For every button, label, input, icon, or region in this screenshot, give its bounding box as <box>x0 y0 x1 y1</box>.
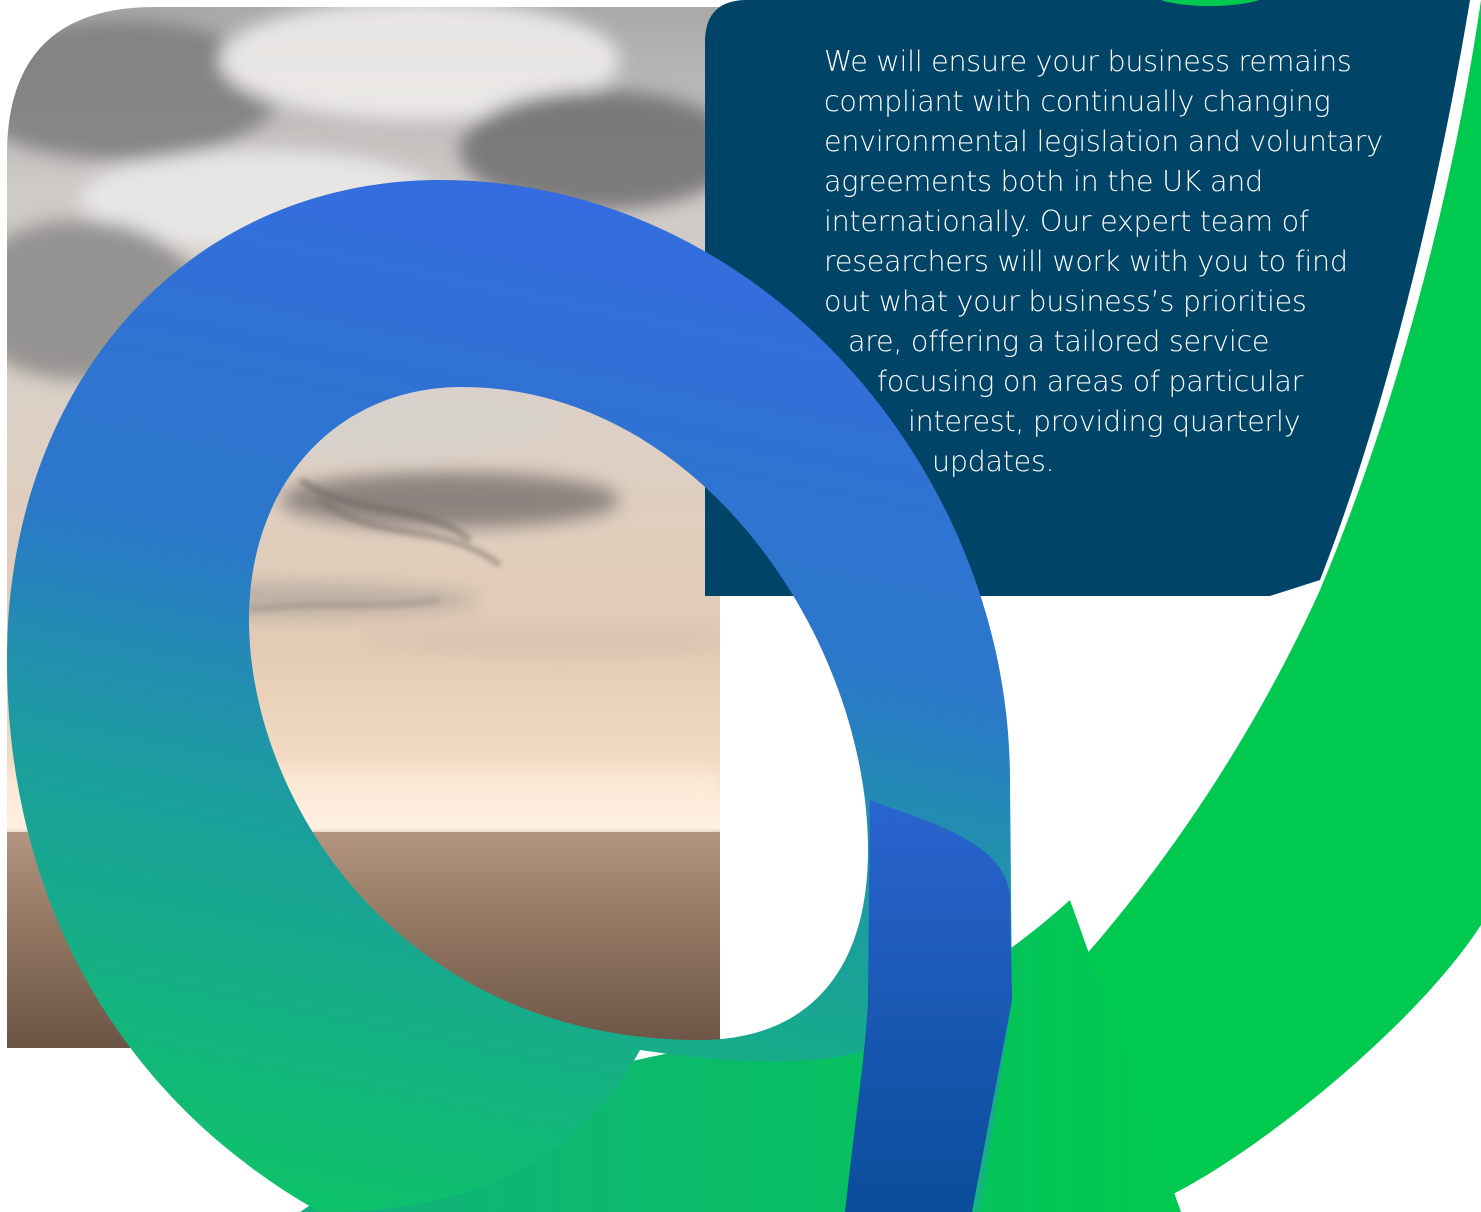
body-line: focusing on areas of particular <box>877 364 1304 398</box>
body-line: internationally. Our expert team of <box>824 204 1309 238</box>
body-copy: We will ensure your business remains com… <box>824 41 1424 481</box>
body-line: We will ensure your business remains <box>824 44 1352 78</box>
body-line: compliant with continually changing <box>824 84 1331 118</box>
body-line: interest, providing quarterly <box>908 404 1301 438</box>
body-line: environmental legislation and voluntary <box>824 124 1383 158</box>
body-line: updates. <box>932 444 1055 478</box>
body-line: agreements both in the UK and <box>824 164 1263 198</box>
body-line: are, offering a tailored service <box>848 324 1270 358</box>
hero-graphic: We will ensure your business remains com… <box>0 0 1481 1212</box>
body-line: out what your business’s priorities <box>824 284 1307 318</box>
body-line: researchers will work with you to find <box>824 244 1348 278</box>
